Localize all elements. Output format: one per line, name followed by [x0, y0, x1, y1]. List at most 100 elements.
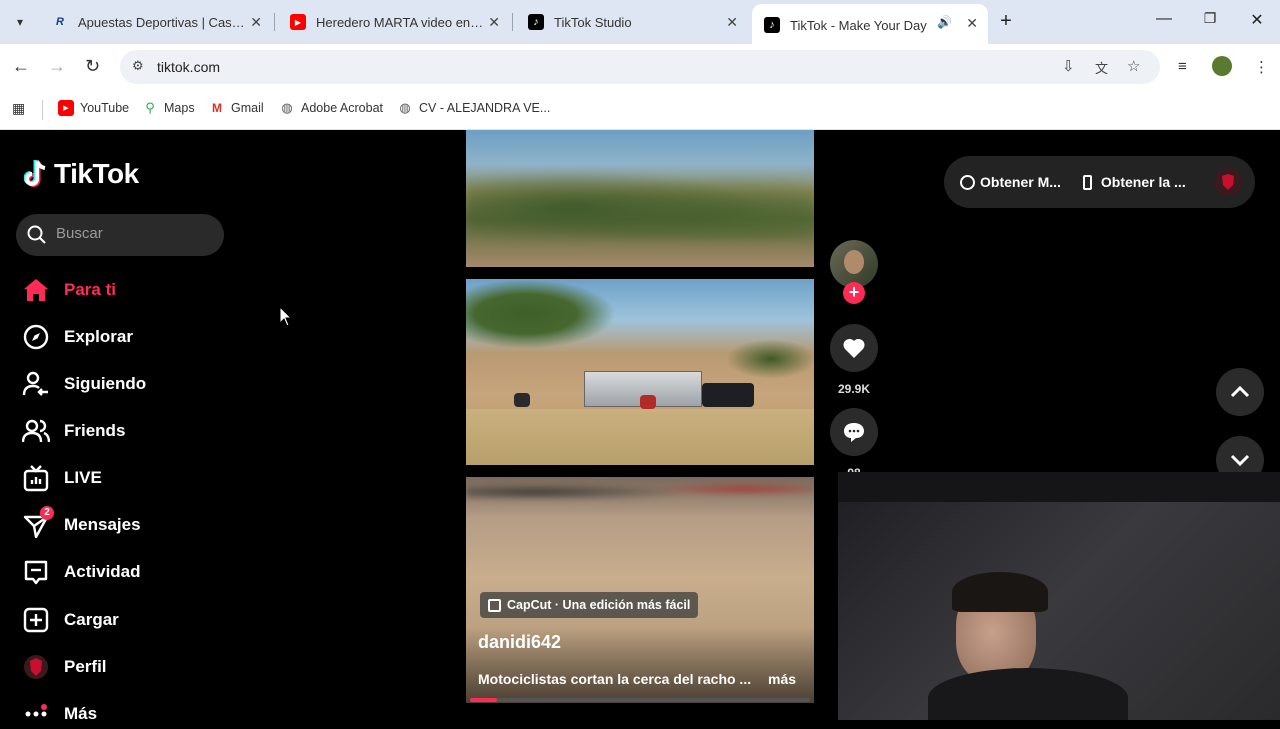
speaker-icon[interactable]: 🔊	[937, 15, 952, 29]
nav-item-mas[interactable]: Más	[22, 699, 97, 729]
close-tab-icon[interactable]: ✕	[726, 14, 738, 31]
tab-youtube[interactable]: ▶ Heredero MARTA video en vivo ✕	[278, 6, 510, 38]
minimize-icon[interactable]: —	[1152, 10, 1176, 28]
bookmark-label: YouTube	[80, 101, 130, 115]
dry-grass	[466, 409, 814, 465]
follow-plus-icon[interactable]: +	[843, 282, 865, 304]
nav-item-perfil[interactable]: Perfil	[22, 652, 107, 682]
maps-pin-icon: ⚲	[145, 100, 155, 115]
bookmark-youtube[interactable]: ▶ YouTube	[58, 100, 129, 116]
capcut-icon	[488, 598, 501, 612]
restore-icon[interactable]: ❐	[1198, 10, 1222, 27]
video-thumbnail-2[interactable]	[466, 279, 814, 465]
apps-grid-icon[interactable]: ▦	[12, 100, 25, 117]
tab-search-icon[interactable]: ▾	[8, 10, 32, 34]
bookmark-cv[interactable]: ◍ CV - ALEJANDRA VE...	[397, 100, 550, 116]
progress-track[interactable]	[470, 698, 810, 702]
more-description-link[interactable]: más	[768, 671, 796, 687]
globe-icon: ◍	[399, 100, 411, 115]
get-app-button[interactable]: Obtener la ...	[1101, 174, 1186, 190]
bookmarks-bar: ▦ ▶ YouTube ⚲ Maps M Gmail ◍ Adobe Acrob…	[0, 90, 1280, 130]
bookmark-adobe[interactable]: ◍ Adobe Acrobat	[279, 100, 383, 116]
blurred-trees	[466, 160, 814, 240]
webcam-person-jacket	[928, 668, 1128, 720]
search-box[interactable]	[16, 214, 224, 256]
get-coins-button[interactable]: Obtener M...	[980, 174, 1061, 190]
nav-label: Friends	[64, 421, 126, 440]
video-author[interactable]: danidi642	[478, 632, 561, 653]
previous-video-button[interactable]	[1216, 368, 1264, 416]
nav-label: Actividad	[64, 562, 141, 581]
media-control-icon[interactable]: ≡	[1178, 58, 1187, 75]
close-tab-icon[interactable]: ✕	[250, 14, 262, 31]
nav-label: Explorar	[64, 327, 133, 346]
bookmark-gmail[interactable]: M Gmail	[209, 100, 264, 116]
search-input[interactable]	[56, 225, 216, 242]
reload-icon[interactable]: ↻	[85, 56, 100, 77]
tab-apuestas[interactable]: R Apuestas Deportivas | Casa de Apuestas…	[40, 6, 272, 38]
webcam-ceiling	[838, 472, 1280, 502]
install-app-icon[interactable]: ⇩	[1062, 57, 1075, 75]
nav-item-live[interactable]: LIVE	[22, 463, 102, 493]
nav-item-actividad[interactable]: Actividad	[22, 557, 141, 587]
nav-item-siguiendo[interactable]: Siguiendo	[22, 369, 146, 399]
tab-title: Apuestas Deportivas | Casa de Apuestas	[78, 14, 248, 30]
youtube-icon: ▶	[290, 14, 306, 30]
creator-avatar[interactable]	[830, 240, 878, 288]
tab-tiktok-studio[interactable]: ♪ TikTok Studio ✕	[516, 6, 748, 38]
nav-label: Perfil	[64, 657, 107, 676]
close-tab-icon[interactable]: ✕	[966, 15, 978, 32]
following-icon	[22, 371, 48, 396]
tiktok-logo[interactable]: TikTok	[24, 158, 139, 190]
get-app-bar: Obtener M... Obtener la ...	[944, 156, 1255, 208]
bookmark-label: Adobe Acrobat	[301, 101, 384, 115]
back-icon[interactable]: ←	[12, 56, 30, 77]
globe-icon: ◍	[281, 100, 293, 115]
site-info-icon[interactable]: ⚙	[132, 58, 144, 74]
translate-icon[interactable]: 文	[1095, 58, 1108, 77]
tab-tiktok-active[interactable]: ♪ TikTok - Make Your Day 🔊 ✕	[752, 4, 988, 44]
chevron-down-icon	[1230, 454, 1250, 466]
nav-label: Más	[64, 704, 98, 723]
more-icon	[25, 704, 47, 717]
address-bar[interactable]: ⚙ tiktok.com ⇩ 文 ☆	[120, 50, 1160, 84]
nav-item-friends[interactable]: Friends	[22, 416, 125, 446]
tab-title: Heredero MARTA video en vivo	[316, 14, 486, 30]
capcut-label: CapCut · Una edición más fácil	[507, 598, 691, 612]
video-player[interactable]	[466, 477, 814, 703]
nav-item-cargar[interactable]: Cargar	[22, 605, 119, 635]
chevron-up-icon	[1230, 386, 1250, 398]
nav-label: Cargar	[64, 610, 119, 629]
new-tab-icon[interactable]: +	[994, 10, 1018, 33]
bookmark-maps[interactable]: ⚲ Maps	[142, 100, 194, 116]
capcut-tag[interactable]: CapCut · Una edición más fácil	[480, 592, 699, 618]
url-text[interactable]: tiktok.com	[157, 59, 220, 75]
friends-icon	[22, 419, 50, 443]
profile-avatar-icon[interactable]	[1212, 56, 1232, 76]
profile-icon	[24, 655, 48, 679]
comment-icon	[844, 423, 864, 442]
nav-label: Siguiendo	[64, 374, 147, 393]
r-logo-icon: R	[56, 16, 64, 28]
tab-title: TikTok - Make Your Day	[790, 17, 927, 33]
nav-item-para-ti[interactable]: Para ti	[22, 275, 116, 305]
close-tab-icon[interactable]: ✕	[488, 14, 500, 31]
like-count: 29.9K	[837, 382, 871, 396]
video-description: Motociclistas cortan la cerca del racho …	[478, 671, 752, 687]
nav-item-explorar[interactable]: Explorar	[22, 322, 133, 352]
like-button[interactable]	[830, 324, 878, 372]
user-avatar[interactable]	[1213, 168, 1242, 196]
compass-icon	[23, 324, 49, 350]
video-thumbnail-1[interactable]	[466, 130, 814, 267]
forward-icon[interactable]: →	[48, 56, 66, 77]
blurred-riders	[466, 477, 814, 507]
home-icon	[24, 279, 48, 301]
nav-label: Para ti	[64, 280, 116, 299]
tiktok-logo-icon	[24, 160, 46, 187]
search-icon	[27, 225, 46, 244]
bookmark-star-icon[interactable]: ☆	[1127, 57, 1140, 75]
comment-button[interactable]	[830, 408, 878, 456]
menu-kebab-icon[interactable]: ⋮	[1254, 58, 1269, 76]
nav-item-mensajes[interactable]: 2 Mensajes	[22, 506, 141, 540]
close-window-icon[interactable]: ✕	[1245, 10, 1269, 30]
